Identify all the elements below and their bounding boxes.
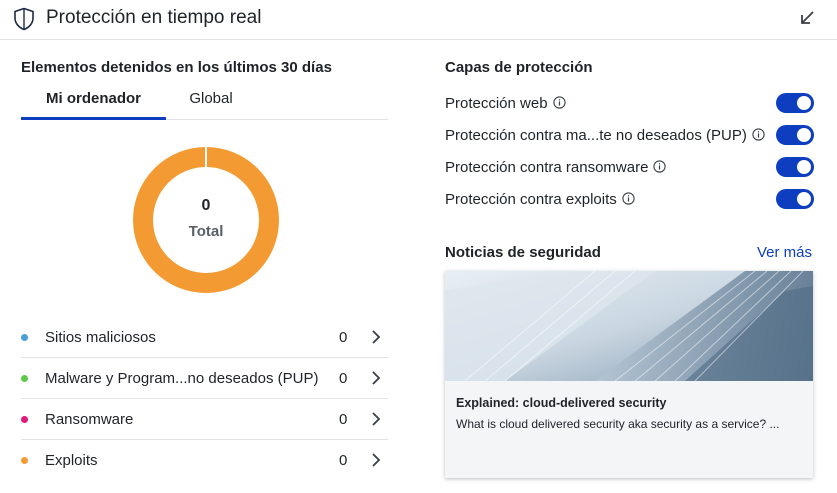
- info-icon[interactable]: [752, 128, 765, 141]
- layer-pup-protection: Protección contra ma...te no deseados (P…: [445, 123, 815, 147]
- total-count: 0: [201, 197, 211, 214]
- layer-label: Protección web: [445, 95, 548, 112]
- scope-tabs: Mi ordenador Global: [21, 86, 388, 120]
- news-section-title: Noticias de seguridad: [445, 244, 601, 261]
- layer-exploit-protection: Protección contra exploits: [445, 187, 815, 211]
- toggle-knob: [797, 160, 811, 174]
- layers-section-title: Capas de protección: [445, 59, 593, 76]
- item-label: Sitios maliciosos: [45, 329, 156, 346]
- news-description: What is cloud delivered security aka sec…: [456, 417, 780, 431]
- toggle-knob: [797, 128, 811, 142]
- web-protection-toggle[interactable]: [776, 93, 814, 113]
- info-icon[interactable]: [653, 160, 667, 173]
- item-count: 0: [339, 452, 348, 469]
- layer-label: Protección contra exploits: [445, 191, 617, 208]
- item-label: Exploits: [45, 452, 98, 469]
- list-item-ransomware[interactable]: Ransomware 0: [21, 399, 388, 440]
- info-icon[interactable]: [552, 96, 566, 109]
- news-card[interactable]: Explained: cloud-delivered security What…: [445, 271, 813, 478]
- layer-ransomware-protection: Protección contra ransomware: [445, 155, 815, 179]
- page-title: Protección en tiempo real: [46, 7, 262, 28]
- layer-label: Protección contra ma...te no deseados (P…: [445, 127, 747, 144]
- item-count: 0: [339, 329, 348, 346]
- layer-label: Protección contra ransomware: [445, 159, 649, 176]
- window-header: Protección en tiempo real: [0, 0, 837, 40]
- exploit-protection-toggle[interactable]: [776, 189, 814, 209]
- list-item-malicious-sites[interactable]: Sitios maliciosos 0: [21, 317, 388, 358]
- item-label: Malware y Program...no deseados (PUP): [45, 370, 319, 387]
- category-dot: [21, 375, 28, 382]
- shield-icon: [14, 7, 34, 31]
- chevron-right-icon: [372, 412, 381, 426]
- see-more-link[interactable]: Ver más: [757, 244, 812, 261]
- stopped-items-list: Sitios maliciosos 0 Malware y Program...…: [21, 317, 388, 481]
- collapse-arrow-icon[interactable]: [797, 8, 817, 28]
- toggle-knob: [797, 192, 811, 206]
- chevron-right-icon: [372, 330, 381, 344]
- info-icon[interactable]: [622, 192, 635, 205]
- pup-protection-toggle[interactable]: [776, 125, 814, 145]
- news-headline: Explained: cloud-delivered security: [456, 396, 667, 410]
- donut-ring: [133, 147, 279, 293]
- tab-global[interactable]: Global: [166, 90, 256, 107]
- donut-chart: [133, 145, 279, 293]
- item-count: 0: [339, 411, 348, 428]
- category-dot: [21, 334, 28, 341]
- chevron-right-icon: [372, 453, 381, 467]
- tab-my-computer[interactable]: Mi ordenador: [21, 90, 166, 120]
- ransomware-protection-toggle[interactable]: [776, 157, 814, 177]
- toggle-knob: [797, 96, 811, 110]
- layer-web-protection: Protección web: [445, 91, 815, 115]
- list-item-exploits[interactable]: Exploits 0: [21, 440, 388, 481]
- chevron-right-icon: [372, 371, 381, 385]
- item-count: 0: [339, 370, 348, 387]
- total-label: Total: [188, 223, 224, 240]
- stopped-section-title: Elementos detenidos en los últimos 30 dí…: [21, 59, 332, 76]
- list-item-malware-pup[interactable]: Malware y Program...no deseados (PUP) 0: [21, 358, 388, 399]
- category-dot: [21, 416, 28, 423]
- item-label: Ransomware: [45, 411, 134, 428]
- news-image: [445, 271, 813, 381]
- category-dot: [21, 457, 28, 464]
